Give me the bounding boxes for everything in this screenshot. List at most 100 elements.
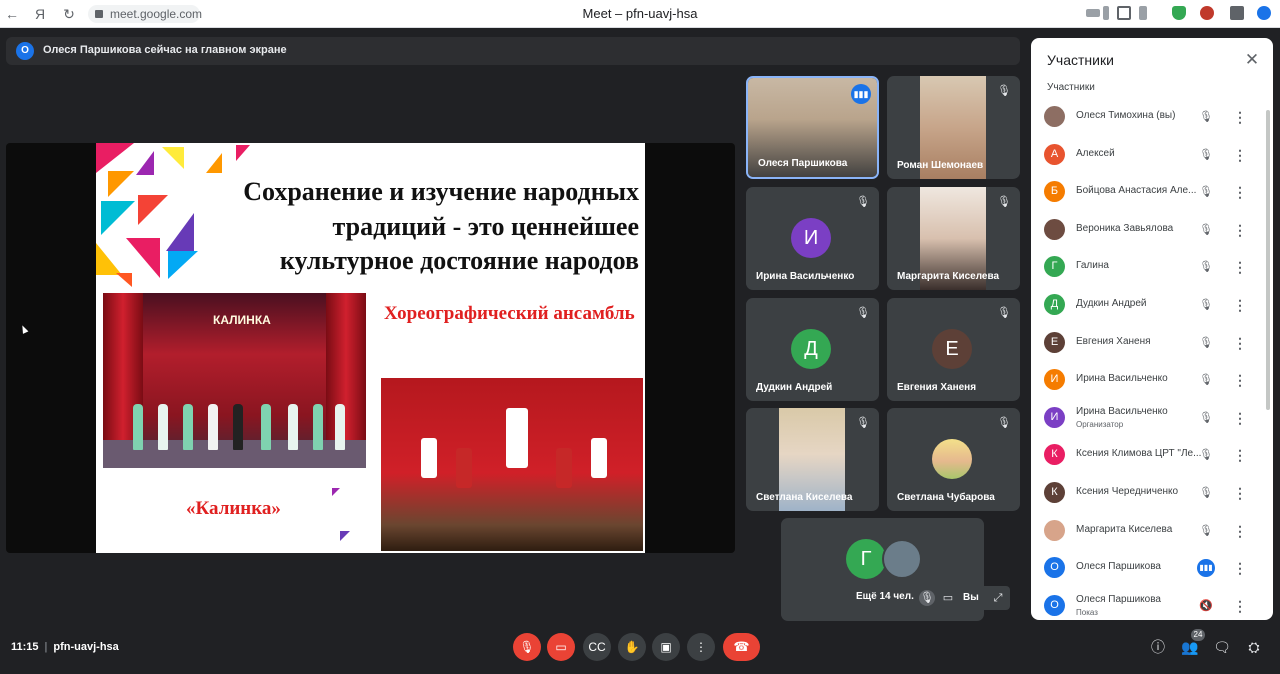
- mic-off-icon[interactable]: 🎙: [1197, 522, 1215, 540]
- participant-tile[interactable]: 🎙 И Ирина Васильченко: [746, 187, 879, 290]
- expand-icon[interactable]: ⤢: [990, 590, 1006, 606]
- participant-row[interactable]: К Ксения Чередниченко 🎙 ⋮: [1031, 474, 1273, 512]
- panel-title: Участники: [1047, 52, 1114, 68]
- more-vert-icon[interactable]: ⋮: [1231, 221, 1249, 239]
- participant-row[interactable]: О Олеся Паршикова Показ 🔇 ⋮: [1031, 587, 1273, 620]
- participant-name: Олеся Тимохина (вы): [1076, 110, 1176, 121]
- close-icon[interactable]: ✕: [1241, 49, 1263, 71]
- participant-row[interactable]: Вероника Завьялова 🎙 ⋮: [1031, 211, 1273, 249]
- camera-indicator-icon[interactable]: [1086, 9, 1100, 17]
- clock: 11:15: [11, 641, 39, 653]
- more-vert-icon[interactable]: ⋮: [1231, 334, 1249, 352]
- more-vert-icon[interactable]: ⋮: [1231, 597, 1249, 615]
- mic-off-icon[interactable]: 🎙: [1197, 371, 1215, 389]
- mic-off-icon[interactable]: 🎙: [1197, 296, 1215, 314]
- captions-button[interactable]: CC: [583, 633, 611, 661]
- present-button[interactable]: ▣: [652, 633, 680, 661]
- mic-toggle-button[interactable]: 🎙: [513, 633, 541, 661]
- photo-sign-text: КАЛИНКА: [213, 313, 271, 327]
- participant-tile[interactable]: 🎙 Светлана Чубарова: [887, 408, 1020, 511]
- speaking-indicator-icon[interactable]: ▮▮▮: [1197, 559, 1215, 578]
- more-vert-icon[interactable]: ⋮: [1231, 409, 1249, 427]
- participant-avatar: Г: [1044, 256, 1065, 278]
- participant-name: Ирина Васильченко: [1076, 405, 1168, 417]
- mic-off-icon[interactable]: 🎙: [1197, 484, 1215, 502]
- mic-off-icon[interactable]: 🎙: [1197, 334, 1215, 352]
- people-icon: 👥: [1181, 639, 1199, 655]
- shield-extension-icon[interactable]: [1172, 6, 1186, 20]
- participant-row[interactable]: А Алексей 🎙 ⋮: [1031, 136, 1273, 174]
- more-options-button[interactable]: ⋮: [687, 633, 715, 661]
- participant-row[interactable]: И Ирина Васильченко Организатор 🎙 ⋮: [1031, 399, 1273, 437]
- stage-photo-left: КАЛИНКА: [103, 293, 366, 468]
- mic-off-icon[interactable]: 🎙: [1197, 258, 1215, 276]
- mic-off-icon[interactable]: 🎙: [1197, 446, 1215, 464]
- mic-off-icon[interactable]: 🎙: [1197, 146, 1215, 164]
- mic-off-icon[interactable]: 🎙: [919, 590, 935, 606]
- more-vert-icon[interactable]: ⋮: [1231, 484, 1249, 502]
- participant-name: Вероника Завьялова: [1076, 222, 1174, 234]
- camera-toggle-button[interactable]: ▭: [547, 633, 575, 661]
- more-vert-icon[interactable]: ⋮: [1231, 446, 1249, 464]
- leave-call-button[interactable]: ☎: [723, 633, 760, 661]
- volume-off-icon[interactable]: 🔇: [1197, 597, 1215, 615]
- participant-avatar: И: [791, 218, 831, 258]
- bookmark-icon[interactable]: [1139, 6, 1147, 20]
- chat-button[interactable]: 🗨: [1212, 637, 1232, 657]
- participant-tile[interactable]: 🎙 Роман Шемонаев: [887, 76, 1020, 179]
- participant-tile[interactable]: 🎙 Маргарита Киселева: [887, 187, 1020, 290]
- more-vert-icon[interactable]: ⋮: [1231, 108, 1249, 126]
- mic-off-icon: 🎙: [856, 307, 870, 319]
- extensions-puzzle-icon[interactable]: [1230, 6, 1244, 20]
- participant-tile[interactable]: 🎙 Е Евгения Ханеня: [887, 298, 1020, 401]
- activities-icon: ⛭: [1248, 639, 1260, 655]
- more-vert-icon[interactable]: ⋮: [1231, 371, 1249, 389]
- more-vert-icon[interactable]: ⋮: [1231, 146, 1249, 164]
- more-vert-icon[interactable]: ⋮: [1231, 183, 1249, 201]
- participant-row[interactable]: Е Евгения Ханеня 🎙 ⋮: [1031, 324, 1273, 362]
- participant-name: Дудкин Андрей: [756, 382, 833, 393]
- participant-row[interactable]: Б Бойцова Анастасия Але... 🎙 ⋮: [1031, 173, 1273, 211]
- self-view-chip[interactable]: 🎙 ▭ Вы ⤢: [914, 586, 1010, 610]
- participant-row[interactable]: К Ксения Климова ЦРТ "Ле... 🎙 ⋮: [1031, 436, 1273, 474]
- mic-off-icon[interactable]: 🎙: [1197, 183, 1215, 201]
- participant-name: Роман Шемонаев: [897, 160, 984, 171]
- participant-row[interactable]: И Ирина Васильченко 🎙 ⋮: [1031, 361, 1273, 399]
- participant-tile[interactable]: 🎙 Светлана Киселева: [746, 408, 879, 511]
- mic-off-icon: 🎙: [997, 417, 1011, 429]
- participant-name: Олеся Паршикова: [1076, 561, 1161, 573]
- slide-caption: «Калинка»: [186, 498, 281, 519]
- mic-off-icon[interactable]: 🎙: [1197, 409, 1215, 427]
- more-vert-icon[interactable]: ⋮: [1231, 522, 1249, 540]
- mic-off-icon[interactable]: 🎙: [1197, 221, 1215, 239]
- participant-avatar: [1044, 519, 1065, 541]
- extension-icon[interactable]: [1200, 6, 1214, 20]
- main-stage[interactable]: Сохранение и изучение народных традиций …: [6, 143, 735, 553]
- panel-scrollbar[interactable]: [1266, 110, 1270, 410]
- mic-off-icon[interactable]: 🎙: [1197, 108, 1215, 126]
- meeting-details-button[interactable]: ⓘ: [1148, 637, 1168, 657]
- decor-triangle: [162, 147, 184, 169]
- screen-share-indicator-icon[interactable]: [1117, 6, 1131, 20]
- participant-row[interactable]: Маргарита Киселева 🎙 ⋮: [1031, 512, 1273, 550]
- more-vert-icon[interactable]: ⋮: [1231, 258, 1249, 276]
- participant-row[interactable]: О Олеся Паршикова ▮▮▮ ⋮: [1031, 549, 1273, 587]
- participant-row[interactable]: Д Дудкин Андрей 🎙 ⋮: [1031, 286, 1273, 324]
- participants-panel: Участники ✕ Участники Олеся Тимохина (вы…: [1031, 38, 1273, 620]
- camera-off-icon[interactable]: ▭: [940, 590, 956, 606]
- more-vert-icon[interactable]: ⋮: [1231, 296, 1249, 314]
- activities-button[interactable]: ⛭: [1244, 637, 1264, 657]
- participant-avatar: [1044, 218, 1065, 240]
- raise-hand-button[interactable]: ✋: [618, 633, 646, 661]
- participant-tile[interactable]: ▮▮▮ Олеся Паршикова: [746, 76, 879, 179]
- participant-avatar: Е: [932, 329, 972, 369]
- mic-indicator-icon[interactable]: [1103, 6, 1109, 20]
- participants-list: Олеся Тимохина (вы) 🎙 ⋮ А Алексей 🎙 ⋮ Б Бойцова …: [1031, 98, 1273, 620]
- participant-tile[interactable]: 🎙 Д Дудкин Андрей: [746, 298, 879, 401]
- participant-row[interactable]: Олеся Тимохина (вы) 🎙 ⋮: [1031, 98, 1273, 136]
- profile-icon[interactable]: [1257, 6, 1271, 20]
- decor-triangle: [116, 273, 132, 287]
- more-vert-icon[interactable]: ⋮: [1231, 559, 1249, 577]
- present-screen-icon: ▣: [660, 640, 672, 654]
- participant-row[interactable]: Г Галина 🎙 ⋮: [1031, 248, 1273, 286]
